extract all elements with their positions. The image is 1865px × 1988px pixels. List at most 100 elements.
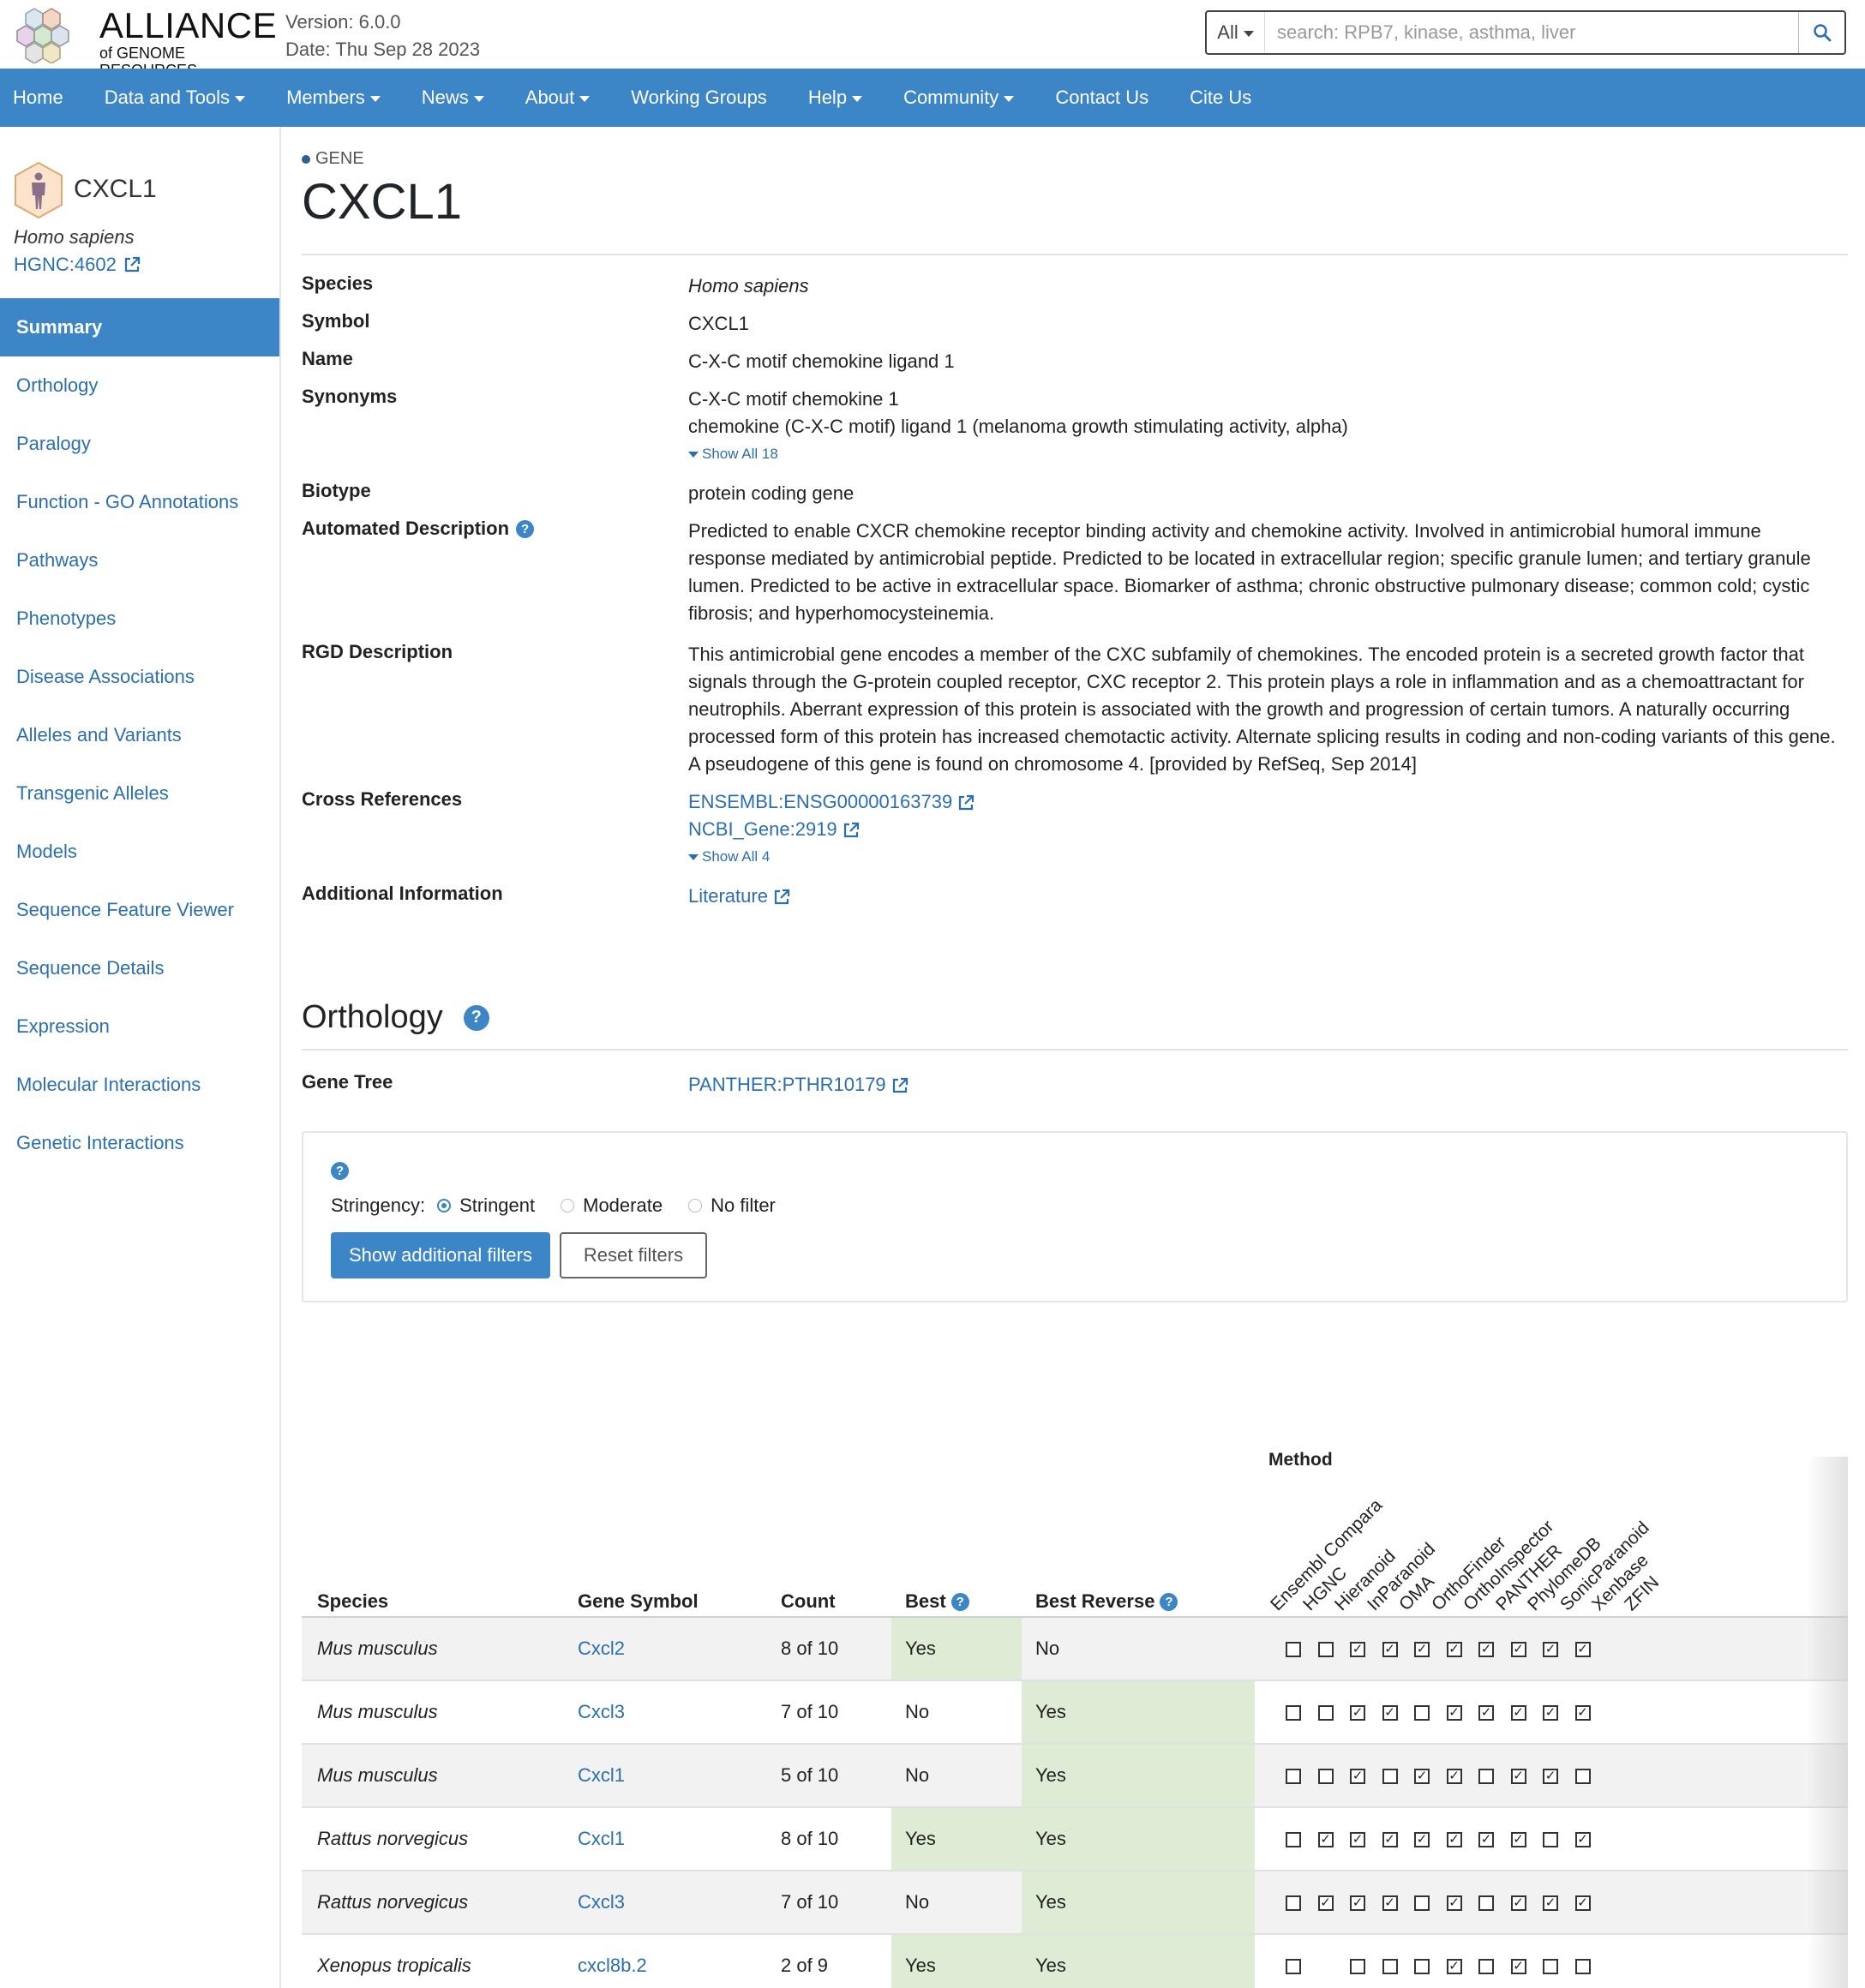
name-label: Name: [302, 348, 353, 370]
checked-box-icon: ✓: [1350, 1832, 1365, 1847]
best-reverse-column-header[interactable]: Best Reverse?: [1035, 1590, 1178, 1613]
sidebar-item-phenotypes[interactable]: Phenotypes: [0, 590, 279, 648]
external-link-icon: [959, 795, 974, 811]
unchecked-box-icon: [1414, 1895, 1430, 1911]
stringency-stringent-radio[interactable]: [437, 1199, 452, 1213]
xref-ncbi-link[interactable]: NCBI_Gene:2919: [688, 816, 1837, 843]
synonyms-show-all-toggle[interactable]: Show All 18: [688, 440, 1837, 468]
best-column-header[interactable]: Best?: [905, 1590, 969, 1613]
count-cell: 7 of 10: [781, 1891, 839, 1913]
species-column-header[interactable]: Species: [317, 1590, 388, 1613]
checked-box-icon: ✓: [1382, 1832, 1398, 1847]
gene-symbol-link[interactable]: Cxcl3: [578, 1681, 625, 1743]
gene-tree-link[interactable]: PANTHER:PTHR10179: [688, 1071, 1837, 1099]
sidebar-item-models[interactable]: Models: [0, 823, 279, 881]
checked-box-icon: ✓: [1574, 1832, 1591, 1847]
nav-label: Working Groups: [631, 87, 767, 108]
sidebar-item-alleles-variants[interactable]: Alleles and Variants: [0, 706, 279, 764]
sidebar-item-paralogy[interactable]: Paralogy: [0, 415, 279, 473]
species-cell: Rattus norvegicus: [317, 1891, 469, 1913]
help-icon[interactable]: ?: [950, 1592, 969, 1611]
nav-label: News: [421, 87, 469, 108]
unchecked-box-icon: [1478, 1895, 1494, 1911]
nav-contact-us[interactable]: Contact Us: [1055, 87, 1148, 109]
help-icon[interactable]: ?: [516, 519, 535, 538]
sidebar-item-sequence-details[interactable]: Sequence Details: [0, 939, 279, 997]
checked-box-icon: ✓: [1414, 1769, 1430, 1784]
help-icon[interactable]: ?: [1160, 1592, 1178, 1611]
stringency-label: Stringency:: [331, 1195, 426, 1216]
sidebar-nav: Summary Orthology Paralogy Function - GO…: [0, 298, 279, 1172]
sidebar-item-transgenic-alleles[interactable]: Transgenic Alleles: [0, 764, 279, 823]
sidebar-item-sequence-feature-viewer[interactable]: Sequence Feature Viewer: [0, 881, 279, 939]
stringency-moderate-radio[interactable]: [561, 1199, 575, 1213]
unchecked-box-icon: [1414, 1705, 1430, 1721]
nav-label: Members: [286, 87, 365, 108]
sidebar-gene-id-link[interactable]: HGNC:4602: [14, 254, 141, 276]
sidebar-gene-header: CXCL1 Homo sapiens HGNC:4602: [0, 127, 281, 298]
unchecked-box-icon: [1286, 1642, 1301, 1657]
search-scope-label: All: [1217, 21, 1238, 43]
sidebar-item-summary[interactable]: Summary: [0, 298, 279, 356]
help-icon[interactable]: ?: [331, 1162, 349, 1180]
sidebar-item-label: Sequence Details: [16, 957, 165, 979]
gene-symbol-column-header[interactable]: Gene Symbol: [578, 1590, 699, 1613]
nav-members[interactable]: Members: [286, 87, 381, 109]
literature-link[interactable]: Literature: [688, 883, 1837, 910]
sidebar-item-orthology[interactable]: Orthology: [0, 356, 279, 415]
checked-box-icon: ✓: [1510, 1705, 1526, 1721]
radio-label: No filter: [711, 1195, 776, 1216]
sidebar-item-genetic-interactions[interactable]: Genetic Interactions: [0, 1114, 279, 1172]
checked-box-icon: ✓: [1446, 1895, 1462, 1911]
xrefs-show-all-toggle[interactable]: Show All 4: [688, 843, 1837, 871]
checked-box-icon: ✓: [1478, 1705, 1494, 1721]
species-cell: Rattus norvegicus: [317, 1828, 469, 1849]
search-icon: [1813, 24, 1831, 42]
gene-symbol-link[interactable]: Cxcl1: [578, 1745, 625, 1806]
orthology-filter-panel: ? Stringency: Stringent Moderate No filt…: [302, 1131, 1848, 1302]
count-cell: 8 of 10: [781, 1638, 839, 1659]
sidebar-item-expression[interactable]: Expression: [0, 997, 279, 1056]
checked-box-icon: ✓: [1382, 1705, 1398, 1721]
nav-data-and-tools[interactable]: Data and Tools: [105, 87, 246, 109]
search-scope-dropdown[interactable]: All: [1207, 12, 1265, 53]
logo-title: ALLIANCE: [99, 5, 278, 45]
gene-tree-value: PANTHER:PTHR10179: [688, 1071, 1837, 1099]
alliance-logo[interactable]: ALLIANCE of GENOME RESOURCES: [15, 3, 277, 79]
xref-ensembl-link[interactable]: ENSEMBL:ENSG00000163739: [688, 788, 1837, 816]
label-text: Species: [302, 272, 374, 294]
gene-symbol-link[interactable]: Cxcl1: [578, 1808, 625, 1870]
count-column-header[interactable]: Count: [781, 1590, 836, 1613]
nav-home[interactable]: Home: [13, 87, 63, 109]
nav-community[interactable]: Community: [903, 87, 1015, 109]
nav-help[interactable]: Help: [808, 87, 863, 109]
checked-box-icon: ✓: [1510, 1895, 1526, 1911]
label-text: Additional Information: [302, 883, 503, 904]
gene-symbol-link[interactable]: Cxcl2: [578, 1618, 625, 1680]
nav-working-groups[interactable]: Working Groups: [631, 87, 767, 109]
gene-symbol-link[interactable]: Cxcl3: [578, 1871, 625, 1933]
search-input[interactable]: [1265, 12, 1798, 53]
sidebar-item-molecular-interactions[interactable]: Molecular Interactions: [0, 1056, 279, 1114]
label-text: RGD Description: [302, 641, 453, 662]
nav-about[interactable]: About: [525, 87, 591, 109]
gene-tree-label: Gene Tree: [302, 1071, 393, 1093]
sidebar-item-disease-associations[interactable]: Disease Associations: [0, 648, 279, 706]
label-text: Biotype: [302, 480, 371, 501]
nav-cite-us[interactable]: Cite Us: [1190, 87, 1251, 109]
sidebar-item-function-go[interactable]: Function - GO Annotations: [0, 473, 279, 531]
help-icon[interactable]: ?: [463, 1004, 489, 1031]
sidebar-item-pathways[interactable]: Pathways: [0, 531, 279, 590]
reset-filters-button[interactable]: Reset filters: [560, 1232, 707, 1278]
best-reverse-cell: Yes: [1022, 1681, 1255, 1743]
name-value: C-X-C motif chemokine ligand 1: [688, 350, 955, 372]
stringency-no-filter-radio[interactable]: [688, 1199, 703, 1213]
nav-label: About: [525, 87, 575, 108]
checked-box-icon: ✓: [1446, 1769, 1462, 1784]
label-text: Name: [302, 348, 353, 369]
sidebar-species: Homo sapiens: [14, 226, 135, 248]
search-button[interactable]: [1798, 12, 1844, 53]
gene-symbol-link[interactable]: cxcl8b.2: [578, 1935, 647, 1988]
nav-news[interactable]: News: [422, 87, 484, 109]
show-additional-filters-button[interactable]: Show additional filters: [331, 1232, 550, 1278]
